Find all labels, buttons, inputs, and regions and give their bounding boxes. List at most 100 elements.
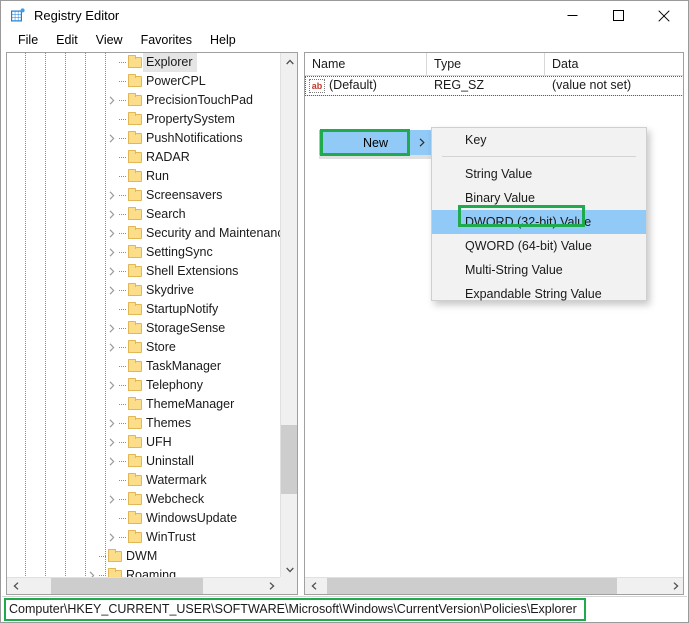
tree-node-spacer xyxy=(105,395,119,414)
folder-icon xyxy=(128,169,143,183)
tree-hscroll-thumb[interactable] xyxy=(51,578,203,594)
tree-node-storagesense[interactable]: StorageSense xyxy=(7,319,280,338)
values-scroll-left-button[interactable] xyxy=(305,578,322,594)
tree-node-skydrive[interactable]: Skydrive xyxy=(7,281,280,300)
tree-node-label: Search xyxy=(146,207,186,221)
tree-node-telephony[interactable]: Telephony xyxy=(7,376,280,395)
tree-connector xyxy=(99,547,108,566)
chevron-right-icon[interactable] xyxy=(105,224,119,243)
tree-node-windowsupdate[interactable]: WindowsUpdate xyxy=(7,509,280,528)
submenu-expand-arrow[interactable] xyxy=(411,130,432,155)
tree-node-powercpl[interactable]: PowerCPL xyxy=(7,72,280,91)
tree-node-explorer[interactable]: Explorer xyxy=(7,53,280,72)
tree-node-watermark[interactable]: Watermark xyxy=(7,471,280,490)
close-button[interactable] xyxy=(641,1,687,30)
tree-connector xyxy=(119,528,128,547)
chevron-right-icon[interactable] xyxy=(105,129,119,148)
tree-scroll-right-button[interactable] xyxy=(263,578,280,594)
tree-node-label: StorageSense xyxy=(146,321,226,335)
tree-node-label: StartupNotify xyxy=(146,302,219,316)
table-row[interactable]: ab (Default) REG_SZ (value not set) xyxy=(305,76,683,96)
column-header-name[interactable]: Name xyxy=(305,53,427,75)
submenu-item-binary-value[interactable]: Binary Value xyxy=(432,186,646,210)
chevron-right-icon[interactable] xyxy=(105,319,119,338)
tree-node-propertysystem[interactable]: PropertySystem xyxy=(7,110,280,129)
values-hscroll-thumb[interactable] xyxy=(327,578,617,594)
chevron-right-icon[interactable] xyxy=(105,243,119,262)
folder-icon xyxy=(128,321,143,335)
maximize-button[interactable] xyxy=(595,1,641,30)
submenu-item-string-value[interactable]: String Value xyxy=(432,162,646,186)
tree-node-wintrust[interactable]: WinTrust xyxy=(7,528,280,547)
chevron-right-icon xyxy=(269,582,275,590)
folder-icon xyxy=(108,549,123,563)
chevron-right-icon[interactable] xyxy=(105,490,119,509)
tree-node-label: UFH xyxy=(146,435,172,449)
submenu-item-qword-value[interactable]: QWORD (64-bit) Value xyxy=(432,234,646,258)
values-horizontal-scrollbar[interactable] xyxy=(305,577,683,594)
tree-node-label: Security and Maintenance xyxy=(146,226,280,240)
tree-node-spacer xyxy=(105,72,119,91)
tree-scroll-up-button[interactable] xyxy=(281,53,297,70)
tree-node-shell-extensions[interactable]: Shell Extensions xyxy=(7,262,280,281)
tree-node-webcheck[interactable]: Webcheck xyxy=(7,490,280,509)
tree-node-dwm[interactable]: DWM xyxy=(7,547,280,566)
submenu-item-multi-string-value-label: Multi-String Value xyxy=(465,263,563,277)
context-menu-item-new-label: New xyxy=(362,135,388,150)
tree-node-startupnotify[interactable]: StartupNotify xyxy=(7,300,280,319)
tree-node-store[interactable]: Store xyxy=(7,338,280,357)
tree-node-ufh[interactable]: UFH xyxy=(7,433,280,452)
tree-node-themes[interactable]: Themes xyxy=(7,414,280,433)
tree-scroll-thumb[interactable] xyxy=(281,425,297,494)
folder-icon xyxy=(128,492,143,506)
submenu-item-multi-string-value[interactable]: Multi-String Value xyxy=(432,258,646,282)
tree-node-screensavers[interactable]: Screensavers xyxy=(7,186,280,205)
tree-vertical-scrollbar[interactable] xyxy=(280,53,297,578)
menu-edit[interactable]: Edit xyxy=(47,31,87,50)
chevron-right-icon[interactable] xyxy=(105,91,119,110)
tree-node-settingsync[interactable]: SettingSync xyxy=(7,243,280,262)
menu-view[interactable]: View xyxy=(87,31,132,50)
submenu-item-expandable-string-value[interactable]: Expandable String Value xyxy=(432,282,646,306)
tree-node-uninstall[interactable]: Uninstall xyxy=(7,452,280,471)
tree-node-run[interactable]: Run xyxy=(7,167,280,186)
column-header-data[interactable]: Data xyxy=(545,53,683,75)
chevron-right-icon[interactable] xyxy=(105,414,119,433)
column-header-type[interactable]: Type xyxy=(427,53,545,75)
chevron-right-icon[interactable] xyxy=(105,262,119,281)
chevron-right-icon[interactable] xyxy=(105,433,119,452)
submenu-item-key[interactable]: Key xyxy=(432,128,646,152)
chevron-right-icon[interactable] xyxy=(105,452,119,471)
tree-node-security-and-maintenance[interactable]: Security and Maintenance xyxy=(7,224,280,243)
chevron-right-icon[interactable] xyxy=(105,338,119,357)
tree-node-radar[interactable]: RADAR xyxy=(7,148,280,167)
registry-tree[interactable]: Explorer PowerCPL PrecisionTouchPad Propert… xyxy=(7,53,280,578)
submenu-item-dword-value-label: DWORD (32-bit) Value xyxy=(465,215,592,229)
menu-help[interactable]: Help xyxy=(201,31,245,50)
chevron-right-icon[interactable] xyxy=(105,186,119,205)
tree-scroll-down-button[interactable] xyxy=(281,561,297,578)
submenu-item-dword-value[interactable]: DWORD (32-bit) Value xyxy=(432,210,646,234)
values-scroll-right-button[interactable] xyxy=(667,578,683,594)
tree-connector xyxy=(119,148,128,167)
minimize-button[interactable] xyxy=(549,1,595,30)
tree-node-label: ThemeManager xyxy=(146,397,235,411)
tree-node-thememanager[interactable]: ThemeManager xyxy=(7,395,280,414)
folder-icon xyxy=(128,207,143,221)
menu-file[interactable]: File xyxy=(9,31,47,50)
chevron-right-icon[interactable] xyxy=(105,376,119,395)
tree-node-search[interactable]: Search xyxy=(7,205,280,224)
tree-horizontal-scrollbar[interactable] xyxy=(7,577,280,594)
tree-node-precisiontouchpad[interactable]: PrecisionTouchPad xyxy=(7,91,280,110)
folder-icon xyxy=(128,245,143,259)
chevron-right-icon[interactable] xyxy=(105,205,119,224)
folder-icon xyxy=(128,131,143,145)
registry-tree-pane: Explorer PowerCPL PrecisionTouchPad Propert… xyxy=(6,52,298,595)
tree-node-spacer xyxy=(105,53,119,72)
tree-node-taskmanager[interactable]: TaskManager xyxy=(7,357,280,376)
chevron-right-icon[interactable] xyxy=(105,528,119,547)
chevron-right-icon[interactable] xyxy=(105,281,119,300)
tree-node-pushnotifications[interactable]: PushNotifications xyxy=(7,129,280,148)
menu-favorites[interactable]: Favorites xyxy=(132,31,201,50)
tree-scroll-left-button[interactable] xyxy=(7,578,24,594)
